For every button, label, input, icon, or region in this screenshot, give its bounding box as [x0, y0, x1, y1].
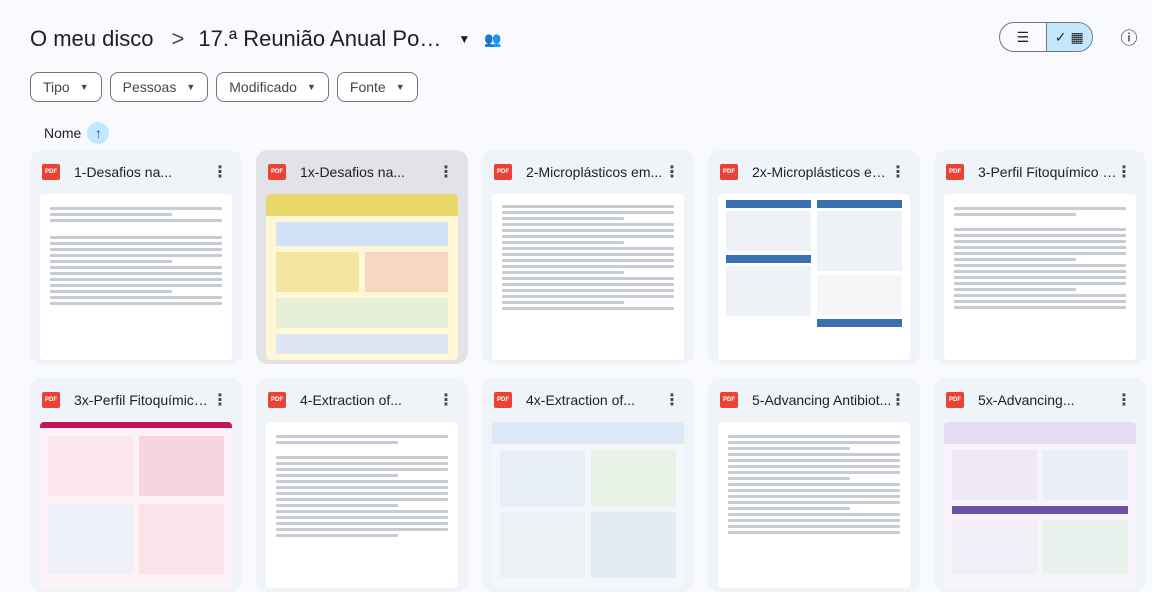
filter-label: Pessoas [122, 79, 177, 95]
file-name: 4x-Extraction of... [526, 392, 635, 408]
pdf-icon: PDF [720, 392, 738, 408]
more-options-icon[interactable]: ⋮ [212, 162, 228, 182]
arrow-up-icon[interactable]: ↑ [87, 122, 110, 144]
file-thumbnail [266, 422, 458, 588]
file-card-header: PDF 1-Desafios na... [30, 150, 242, 194]
more-options-icon[interactable]: ⋮ [1116, 390, 1132, 410]
filter-label: Modificado [229, 79, 297, 95]
filter-modified[interactable]: Modificado ▼ [216, 72, 329, 102]
more-options-icon[interactable]: ⋮ [890, 390, 906, 410]
filter-label: Tipo [43, 79, 70, 95]
filter-source[interactable]: Fonte ▼ [336, 72, 418, 102]
file-thumbnail [492, 422, 684, 588]
top-bar: O meu disco > 17.ª Reunião Anual PortF..… [0, 0, 1152, 64]
file-card-header: PDF 3-Perfil Fitoquímico e... [934, 150, 1146, 194]
pdf-icon: PDF [494, 164, 512, 180]
breadcrumb-root[interactable]: O meu disco [30, 26, 154, 52]
file-card-header: PDF 2-Microplásticos em... [482, 150, 694, 194]
file-card[interactable]: PDF 2x-Microplásticos em... ⋮ [708, 150, 920, 364]
file-name: 1x-Desafios na... [300, 164, 406, 180]
file-card[interactable]: PDF 3-Perfil Fitoquímico e... ⋮ [934, 150, 1146, 364]
shared-folder-icon: 👥 [484, 30, 502, 47]
file-thumbnail [492, 194, 684, 360]
file-thumbnail [944, 194, 1136, 360]
file-name: 4-Extraction of... [300, 392, 402, 408]
grid-icon: ▦ [1070, 28, 1084, 45]
file-name: 2-Microplásticos em... [526, 164, 663, 180]
chevron-down-icon: ▼ [79, 82, 89, 92]
dropdown-caret-icon[interactable]: ▼ [458, 32, 470, 46]
more-options-icon[interactable]: ⋮ [664, 162, 680, 182]
chevron-down-icon: ▼ [306, 82, 316, 92]
file-thumbnail [718, 194, 910, 360]
file-thumbnail [718, 422, 910, 588]
file-name: 3-Perfil Fitoquímico e... [978, 164, 1118, 180]
view-toggle: ☰ ✓ ▦ [999, 22, 1093, 52]
file-card-header: PDF 2x-Microplásticos em... [708, 150, 920, 194]
file-card[interactable]: PDF 4-Extraction of... ⋮ [256, 378, 468, 592]
file-card-header: PDF 5-Advancing Antibiot... [708, 378, 920, 422]
more-options-icon[interactable]: ⋮ [664, 390, 680, 410]
sort-control[interactable]: Nome ↑ [44, 122, 110, 144]
filter-people[interactable]: Pessoas ▼ [109, 72, 209, 102]
list-view-button[interactable]: ☰ [1000, 23, 1046, 51]
file-thumbnail [944, 422, 1136, 588]
pdf-icon: PDF [946, 392, 964, 408]
file-card[interactable]: PDF 1x-Desafios na... ⋮ [256, 150, 468, 364]
current-folder-name[interactable]: 17.ª Reunião Anual PortF... [198, 26, 448, 52]
file-thumbnail [40, 194, 232, 360]
pdf-icon: PDF [42, 164, 60, 180]
more-options-icon[interactable]: ⋮ [890, 162, 906, 182]
more-options-icon[interactable]: ⋮ [212, 390, 228, 410]
filter-type[interactable]: Tipo ▼ [30, 72, 102, 102]
pdf-icon: PDF [494, 392, 512, 408]
file-card-header: PDF 4-Extraction of... [256, 378, 468, 422]
pdf-icon: PDF [268, 164, 286, 180]
filter-bar: Tipo ▼ Pessoas ▼ Modificado ▼ Fonte ▼ [30, 72, 418, 102]
list-icon: ☰ [1016, 28, 1030, 45]
pdf-icon: PDF [42, 392, 60, 408]
info-icon[interactable]: ⓘ [1118, 25, 1140, 48]
file-card[interactable]: PDF 5-Advancing Antibiot... ⋮ [708, 378, 920, 592]
file-card-header: PDF 1x-Desafios na... [256, 150, 468, 194]
file-thumbnail [40, 422, 232, 588]
file-card[interactable]: PDF 3x-Perfil Fitoquímico ... ⋮ [30, 378, 242, 592]
check-icon: ✓ [1054, 28, 1067, 45]
filter-label: Fonte [349, 79, 386, 95]
file-thumbnail [266, 194, 458, 360]
sort-label: Nome [44, 125, 82, 141]
file-card-header: PDF 3x-Perfil Fitoquímico ... [30, 378, 242, 422]
file-name: 5-Advancing Antibiot... [752, 392, 892, 408]
grid-view-button[interactable]: ✓ ▦ [1045, 23, 1092, 51]
file-card-header: PDF 5x-Advancing... [934, 378, 1146, 422]
pdf-icon: PDF [268, 392, 286, 408]
file-name: 5x-Advancing... [978, 392, 1075, 408]
more-options-icon[interactable]: ⋮ [1116, 162, 1132, 182]
file-card[interactable]: PDF 2-Microplásticos em... ⋮ [482, 150, 694, 364]
chevron-down-icon: ▼ [395, 82, 405, 92]
pdf-icon: PDF [720, 164, 738, 180]
file-card-header: PDF 4x-Extraction of... [482, 378, 694, 422]
file-card[interactable]: PDF 4x-Extraction of... ⋮ [482, 378, 694, 592]
pdf-icon: PDF [946, 164, 964, 180]
file-card[interactable]: PDF 5x-Advancing... ⋮ [934, 378, 1146, 592]
breadcrumb: O meu disco > 17.ª Reunião Anual PortF..… [30, 26, 502, 52]
file-card[interactable]: PDF 1-Desafios na... ⋮ [30, 150, 242, 364]
file-name: 3x-Perfil Fitoquímico ... [74, 392, 214, 408]
chevron-down-icon: ▼ [186, 82, 196, 92]
more-options-icon[interactable]: ⋮ [438, 162, 454, 182]
file-name: 2x-Microplásticos em... [752, 164, 892, 180]
more-options-icon[interactable]: ⋮ [438, 390, 454, 410]
file-name: 1-Desafios na... [74, 164, 173, 180]
chevron-right-icon: > [171, 26, 185, 51]
